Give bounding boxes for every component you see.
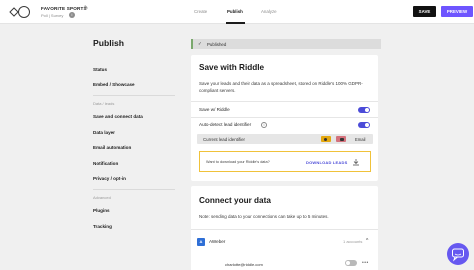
account-toggle[interactable]: [345, 260, 357, 266]
autodetect-label: Auto-detect lead identifier: [199, 122, 252, 127]
aweber-logo-icon: A: [197, 238, 205, 246]
card-title: Connect your data: [199, 196, 271, 205]
integration-name[interactable]: AWeber: [209, 239, 225, 244]
card-description: Save your leads and their data as a spre…: [199, 81, 363, 93]
save-with-riddle-label: Save w/ Riddle: [199, 107, 230, 112]
account-email: charlotte@riddle.com: [225, 262, 263, 267]
save-with-riddle-toggle[interactable]: [358, 107, 370, 113]
published-status-bar: ✓ Published: [191, 39, 381, 49]
edit-title-icon[interactable]: ✎: [84, 5, 88, 11]
tab-analyze[interactable]: Analyze: [261, 9, 277, 14]
sidebar-item-email-automation[interactable]: Email automation: [93, 145, 131, 150]
check-icon: ✓: [198, 41, 202, 46]
autodetect-toggle[interactable]: [358, 122, 370, 128]
chevron-up-icon[interactable]: ^: [366, 238, 368, 244]
download-prompt: Want to download your Riddle's data?: [206, 160, 270, 164]
row-divider: [191, 229, 378, 230]
lead-identifier-value[interactable]: Email: [355, 137, 365, 142]
riddle-logo-icon[interactable]: [9, 5, 31, 19]
sidebar-item-privacy[interactable]: Privacy / opt-in: [93, 176, 126, 181]
identifier-chip-icon[interactable]: [336, 136, 346, 142]
integration-account-count: 1 accounts: [343, 239, 363, 244]
project-type: Poll | Survey: [41, 13, 64, 18]
connect-data-card: Connect your data Note: sending data to …: [191, 186, 378, 270]
download-icon[interactable]: [352, 158, 360, 166]
sidebar-item-data-layer[interactable]: Data layer: [93, 130, 115, 135]
project-title: FAVORITE SPORTS: [41, 6, 87, 11]
info-icon[interactable]: i: [69, 12, 75, 18]
more-icon[interactable]: •••: [362, 260, 369, 266]
download-leads-link[interactable]: DOWNLOAD LEADS: [306, 160, 347, 165]
tab-create[interactable]: Create: [194, 9, 207, 14]
identifier-chip-icon[interactable]: [321, 136, 331, 142]
sidebar-item-embed[interactable]: Embed / Showcase: [93, 82, 135, 87]
status-text: Published: [207, 41, 227, 47]
top-bar: FAVORITE SPORTS ✎ Poll | Survey i Create…: [0, 0, 474, 24]
preview-button[interactable]: PREVIEW: [441, 6, 473, 17]
download-leads-box: Want to download your Riddle's data? DOW…: [199, 151, 371, 172]
lead-identifier-label: Current lead identifier: [203, 136, 245, 142]
row-divider: [191, 101, 378, 102]
sidebar-divider: [93, 189, 175, 190]
sidebar-item-tracking[interactable]: Tracking: [93, 224, 112, 229]
lead-identifier-box: Current lead identifier Email: [197, 134, 373, 144]
sidebar-item-notification[interactable]: Notification: [93, 161, 118, 166]
card-note: Note: sending data to your connections c…: [199, 214, 329, 219]
sidebar-divider: [93, 95, 175, 96]
sidebar-item-status[interactable]: Status: [93, 67, 107, 72]
sidebar-group-data: Data / leads: [93, 101, 115, 106]
info-icon[interactable]: i: [261, 122, 267, 128]
active-tab-indicator: [226, 22, 245, 24]
sidebar-item-plugins[interactable]: Plugins: [93, 208, 110, 213]
chat-button[interactable]: [447, 243, 469, 265]
card-title: Save with Riddle: [199, 63, 265, 72]
chat-icon: [452, 248, 464, 262]
sidebar-group-advanced: Advanced: [93, 195, 111, 200]
sidebar-item-save-connect[interactable]: Save and connect data: [93, 114, 143, 119]
row-divider: [191, 117, 378, 118]
save-button[interactable]: SAVE: [413, 6, 436, 17]
page-title: Publish: [93, 38, 125, 48]
tab-publish[interactable]: Publish: [227, 9, 243, 14]
